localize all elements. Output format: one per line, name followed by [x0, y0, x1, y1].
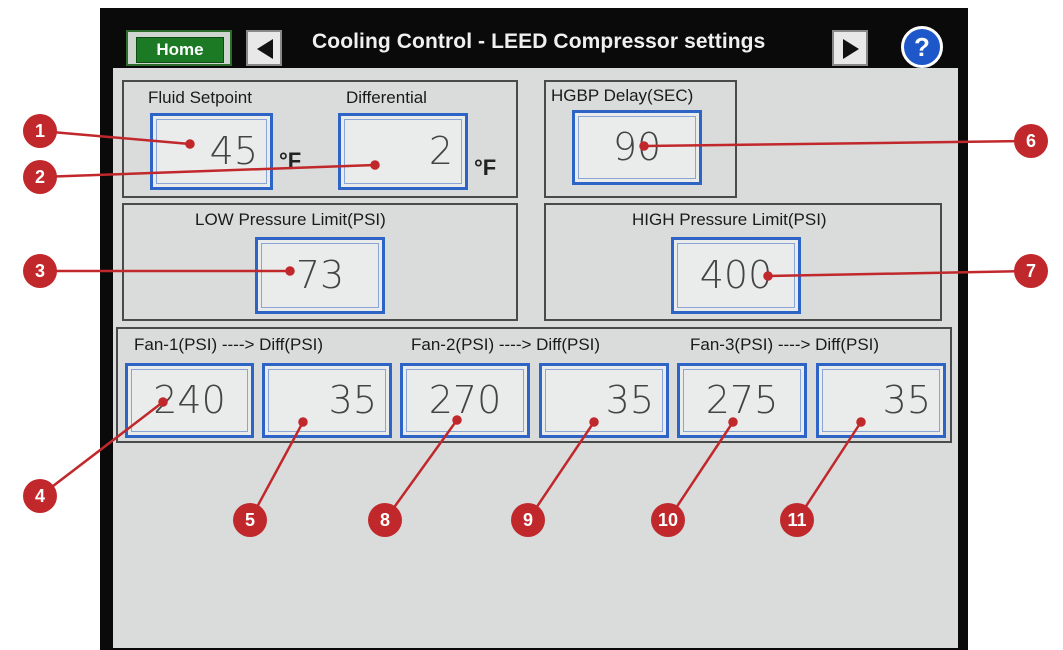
fan-2-label: Fan-2(PSI) ----> Diff(PSI) — [411, 335, 601, 354]
fluid-setpoint-field[interactable]: 45 — [150, 113, 273, 190]
hgbp-delay-field[interactable]: 90 — [572, 110, 702, 185]
help-button[interactable]: ? — [901, 26, 943, 68]
callout-marker-8: 8 — [368, 503, 402, 537]
fan-3-psi-field[interactable]: 275 — [677, 363, 807, 438]
low-pressure-label: LOW Pressure Limit(PSI) — [195, 210, 386, 229]
fluid-setpoint-label: Fluid Setpoint — [148, 88, 252, 107]
next-page-button[interactable] — [832, 30, 868, 66]
fan-3-label: Fan-3(PSI) ----> Diff(PSI) — [690, 335, 880, 354]
callout-marker-4: 4 — [23, 479, 57, 513]
differential-unit: °F — [474, 155, 497, 180]
prev-page-button[interactable] — [246, 30, 282, 66]
page-title: Cooling Control - LEED Compressor settin… — [312, 30, 766, 53]
low-pressure-field[interactable]: 73 — [255, 237, 385, 314]
home-button-label: Home — [136, 37, 224, 63]
fan-1-diff-field[interactable]: 35 — [262, 363, 392, 438]
triangle-right-icon — [843, 39, 859, 59]
triangle-left-icon — [257, 39, 273, 59]
fan-3-diff-field[interactable]: 35 — [816, 363, 946, 438]
callout-marker-1: 1 — [23, 114, 57, 148]
high-pressure-label: HIGH Pressure Limit(PSI) — [632, 210, 827, 229]
callout-marker-9: 9 — [511, 503, 545, 537]
callout-marker-5: 5 — [233, 503, 267, 537]
setpoint-unit: °F — [279, 148, 302, 173]
hgbp-delay-label: HGBP Delay(SEC) — [551, 86, 694, 105]
home-button[interactable]: Home — [126, 30, 232, 66]
callout-marker-2: 2 — [23, 160, 57, 194]
high-pressure-field[interactable]: 400 — [671, 237, 801, 314]
callout-marker-6: 6 — [1014, 124, 1048, 158]
fan-2-diff-field[interactable]: 35 — [539, 363, 669, 438]
callout-marker-10: 10 — [651, 503, 685, 537]
callout-marker-3: 3 — [23, 254, 57, 288]
fan-1-label: Fan-1(PSI) ----> Diff(PSI) — [134, 335, 324, 354]
differential-label: Differential — [346, 88, 427, 107]
fan-2-psi-field[interactable]: 270 — [400, 363, 530, 438]
differential-field[interactable]: 2 — [338, 113, 468, 190]
callout-marker-11: 11 — [780, 503, 814, 537]
fan-1-psi-field[interactable]: 240 — [125, 363, 254, 438]
callout-marker-7: 7 — [1014, 254, 1048, 288]
